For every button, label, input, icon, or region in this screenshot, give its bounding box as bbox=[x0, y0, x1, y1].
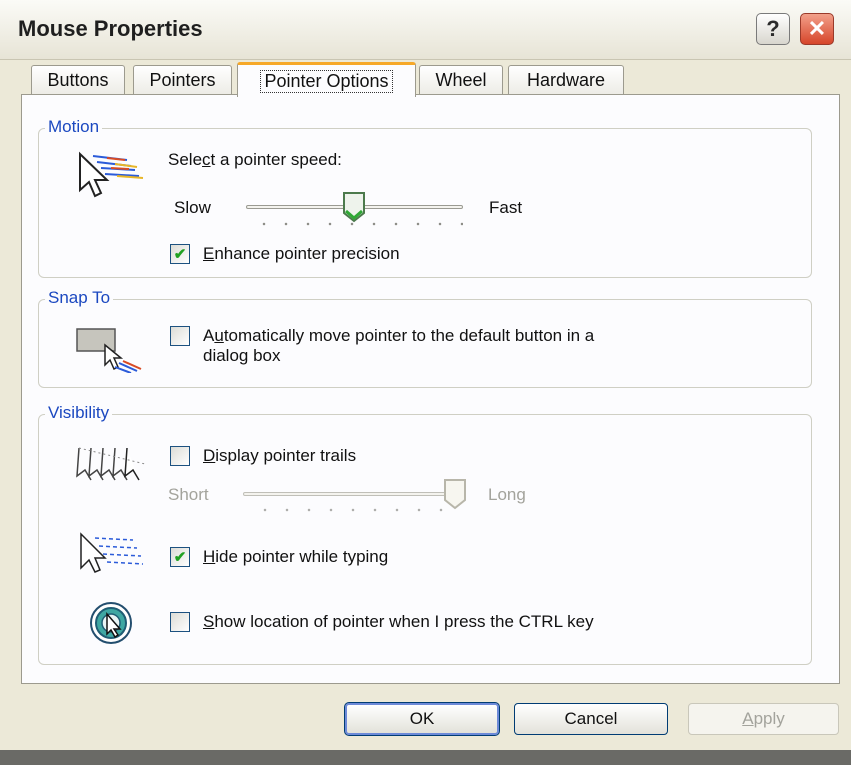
pointer-trails-icon bbox=[76, 447, 146, 481]
ok-label: OK bbox=[409, 709, 435, 728]
tab-wheel-label: Wheel bbox=[435, 70, 487, 90]
help-icon: ? bbox=[766, 16, 780, 41]
pointer-trails-checkbox[interactable] bbox=[170, 446, 190, 466]
speed-slider-thumb[interactable] bbox=[342, 191, 366, 223]
window-bottom-edge bbox=[0, 750, 851, 765]
snap-to-icon bbox=[76, 328, 142, 373]
tab-buttons[interactable]: Buttons bbox=[31, 65, 125, 95]
enhance-precision-checkbox[interactable]: ✔ bbox=[170, 244, 190, 264]
show-location-checkbox[interactable] bbox=[170, 612, 190, 632]
tab-wheel[interactable]: Wheel bbox=[419, 65, 503, 95]
slow-label: Slow bbox=[174, 198, 211, 217]
snap-to-label: Automatically move pointer to the defaul… bbox=[203, 326, 595, 345]
speed-label: Select a pointer speed: bbox=[168, 150, 342, 169]
window-title: Mouse Properties bbox=[18, 16, 203, 41]
motion-group: Motion bbox=[38, 117, 812, 278]
fast-label: Fast bbox=[489, 198, 523, 217]
trail-slider-thumb[interactable] bbox=[443, 478, 467, 510]
tab-pointers-label: Pointers bbox=[149, 70, 216, 90]
motion-group-label: Motion bbox=[45, 117, 103, 137]
cancel-button[interactable]: Cancel bbox=[514, 703, 668, 735]
tab-pointer-options[interactable]: Pointer Options bbox=[237, 62, 416, 97]
trail-slider-ticks bbox=[254, 508, 454, 512]
snap-to-label-line2: dialog box bbox=[203, 346, 281, 365]
hide-pointer-label: Hide pointer while typing bbox=[203, 547, 389, 566]
apply-label: Apply bbox=[742, 709, 785, 728]
hide-pointer-icon bbox=[80, 532, 144, 573]
tab-pointers[interactable]: Pointers bbox=[133, 65, 232, 95]
visibility-group-label: Visibility bbox=[45, 403, 113, 423]
tab-pointer-options-label: Pointer Options bbox=[260, 69, 393, 93]
long-label: Long bbox=[488, 485, 526, 504]
help-button[interactable]: ? bbox=[756, 13, 790, 45]
tab-buttons-label: Buttons bbox=[47, 70, 109, 90]
hide-pointer-checkbox[interactable]: ✔ bbox=[170, 547, 190, 567]
checkmark-icon: ✔ bbox=[173, 246, 187, 263]
show-location-icon bbox=[90, 602, 132, 644]
apply-button[interactable]: Apply bbox=[688, 703, 839, 735]
pointer-trails-label: Display pointer trails bbox=[203, 446, 357, 465]
trail-slider-track[interactable] bbox=[243, 492, 461, 496]
snap-to-group-label: Snap To bbox=[45, 288, 114, 308]
tab-hardware[interactable]: Hardware bbox=[508, 65, 624, 95]
ok-button[interactable]: OK bbox=[344, 702, 500, 736]
title-bar: Mouse Properties ? ✕ bbox=[0, 0, 851, 60]
close-icon: ✕ bbox=[807, 16, 827, 41]
snap-to-checkbox[interactable] bbox=[170, 326, 190, 346]
short-label: Short bbox=[168, 485, 209, 504]
pointer-speed-icon bbox=[79, 151, 144, 198]
checkmark-icon: ✔ bbox=[173, 549, 187, 566]
enhance-precision-label: Enhance pointer precision bbox=[203, 244, 400, 263]
show-location-label: Show location of pointer when I press th… bbox=[203, 612, 594, 631]
cancel-label: Cancel bbox=[564, 709, 618, 728]
close-button[interactable]: ✕ bbox=[800, 13, 834, 45]
tab-hardware-label: Hardware bbox=[526, 70, 606, 90]
